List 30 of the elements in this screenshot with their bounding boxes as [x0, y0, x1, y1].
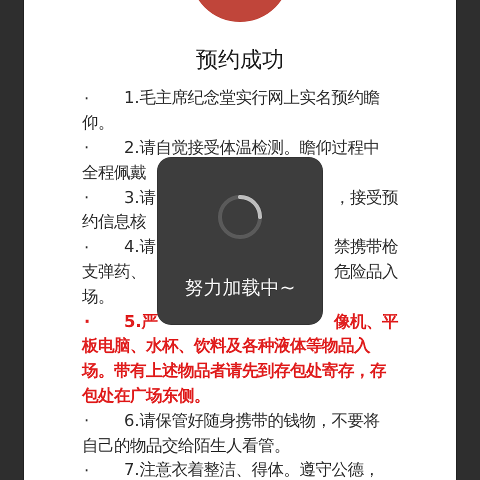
notice-text: 板电脑、水杯、饮料及各种液体等物品入 [82, 335, 370, 358]
notice-text: 禁携带枪 [334, 236, 398, 258]
notice-text: 2.请自觉接受体温检测。瞻仰过程中 [124, 136, 380, 159]
bullet-mark: · [83, 460, 90, 480]
bullet-mark: · [83, 188, 90, 208]
notice-text: 场。带有上述物品者请先到存包处寄存，存 [82, 360, 386, 382]
notice-text: 自己的物品交给陌生人看管。 [82, 434, 290, 457]
notice-text: 5.严 [124, 310, 158, 333]
bullet-mark: · [83, 312, 92, 332]
notice-text: 全程佩戴 [82, 162, 146, 184]
notice-text: 支弹药、 [82, 260, 146, 283]
bullet-mark: · [83, 238, 90, 257]
loading-text: 努力加载中~ [184, 276, 296, 301]
notice-text: 像机、平 [334, 310, 398, 333]
notice-text: 3.请 [124, 186, 156, 209]
bullet-mark: · [83, 138, 90, 158]
notice-text: 危险品入 [334, 260, 398, 283]
spinner-icon [216, 193, 264, 241]
notice-text: 6.请保管好随身携带的钱物，不要将 [124, 410, 380, 432]
page-title: 预约成功 [196, 48, 284, 74]
notice-text: ，接受预 [334, 186, 398, 209]
notice-text: 仰。 [82, 112, 114, 134]
bullet-mark: · [83, 411, 90, 430]
notice-text: 约信息核 [82, 211, 146, 234]
notice-text: 场。 [82, 286, 114, 308]
notice-text: 1.毛主席纪念堂实行网上实名预约瞻 [124, 87, 380, 110]
notice-text: 7.注意衣着整洁、得体。遵守公德， [124, 459, 380, 480]
bullet-mark: · [83, 88, 90, 108]
notice-text: 4.请 [124, 236, 156, 258]
notice-text: 包处在广场东侧。 [82, 384, 210, 407]
